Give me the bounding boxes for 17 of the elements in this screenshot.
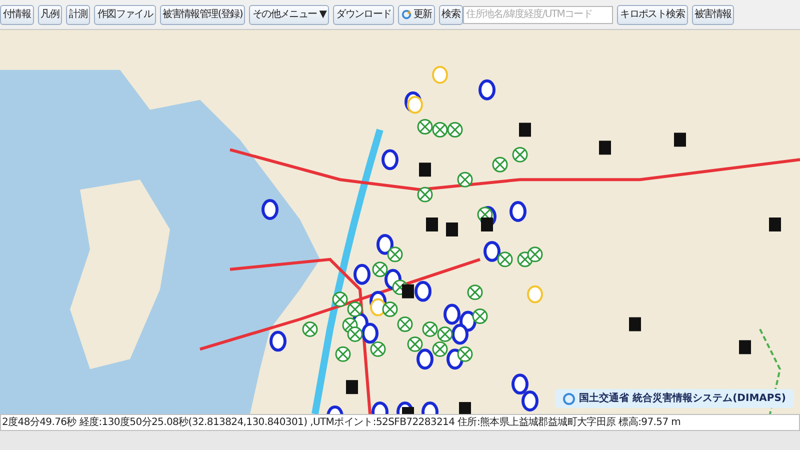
toolbar-button[interactable]: 凡例 (38, 4, 62, 24)
refresh-icon (401, 9, 412, 20)
logo-icon (563, 392, 576, 404)
map[interactable]: 国土交通省 統合災害情報システム(DIMAPS) (0, 30, 800, 414)
search-field[interactable]: 住所地名/緯度経度/UTMコード (463, 6, 614, 24)
toolbar-button[interactable]: キロポスト検索 (617, 4, 688, 24)
credit-text: 国土交通省 統合災害情報システム(DIMAPS) (579, 391, 786, 406)
toolbar-button[interactable]: 作図ファイル (94, 4, 156, 24)
toolbar-button[interactable]: ダウンロード (333, 4, 394, 24)
status-text: 2度48分49.76秒 経度:130度50分25.08秒(32.813824,130.840301) ,UTMポイント:52SFB72283214 住所:熊本県上益城郡益城町大字田原 標高:97.57 m (2, 416, 681, 430)
toolbar-button[interactable]: 計測 (66, 4, 90, 24)
toolbar-button[interactable]: その他メニュー ▼ (249, 4, 330, 24)
toolbar-button[interactable]: 付情報 (0, 4, 34, 24)
toolbar-button[interactable]: 更新 (398, 4, 435, 24)
toolbar-button[interactable]: 被害情報管理(登録) (160, 4, 246, 24)
toolbar-button[interactable]: 検索 (438, 4, 464, 24)
toolbar-button[interactable]: 被害情報 (692, 4, 734, 24)
